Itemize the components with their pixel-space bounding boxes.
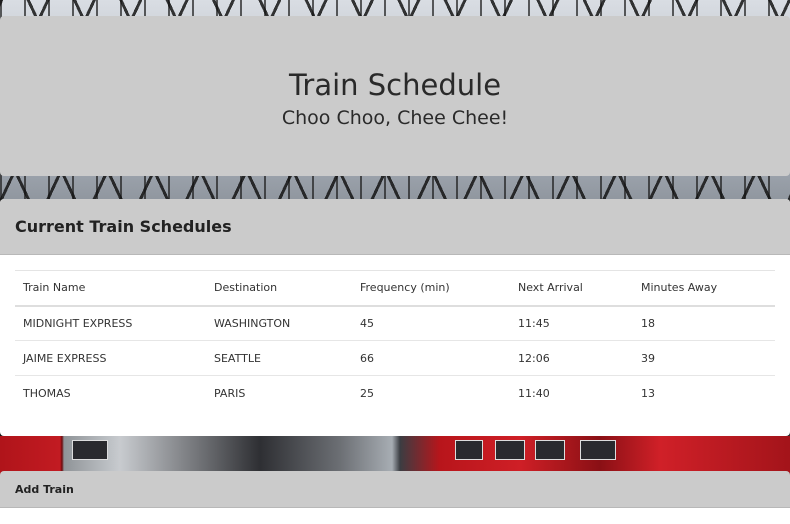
cell-next-arrival: 12:06 <box>518 351 550 365</box>
column-header-minutes-away: Minutes Away <box>641 281 718 295</box>
add-train-heading: Add Train <box>15 482 74 496</box>
header-jumbotron: Train Schedule Choo Choo, Chee Chee! <box>0 16 790 176</box>
page-title: Train Schedule <box>288 68 502 103</box>
cell-next-arrival: 11:45 <box>518 316 550 330</box>
column-header-frequency: Frequency (min) <box>360 281 450 295</box>
cell-minutes-away: 39 <box>641 351 655 365</box>
table-row: JAIME EXPRESS SEATTLE 66 12:06 39 <box>15 341 775 376</box>
table-row: MIDNIGHT EXPRESS WASHINGTON 45 11:45 18 <box>15 306 775 341</box>
cell-minutes-away: 18 <box>641 316 655 330</box>
cell-frequency: 66 <box>360 351 374 365</box>
schedule-heading: Current Train Schedules <box>15 217 232 236</box>
schedule-card-header: Current Train Schedules <box>0 199 790 255</box>
schedule-card: Current Train Schedules Train Name Desti… <box>0 199 790 436</box>
cell-frequency: 25 <box>360 386 374 400</box>
page-subtitle: Choo Choo, Chee Chee! <box>281 106 509 129</box>
column-header-train-name: Train Name <box>23 281 86 295</box>
cell-destination: PARIS <box>214 386 246 400</box>
cell-train-name: THOMAS <box>23 386 71 400</box>
table-row: THOMAS PARIS 25 11:40 13 <box>15 376 775 411</box>
cell-train-name: JAIME EXPRESS <box>23 351 107 365</box>
cell-destination: WASHINGTON <box>214 316 291 330</box>
cell-train-name: MIDNIGHT EXPRESS <box>23 316 133 330</box>
column-header-next-arrival: Next Arrival <box>518 281 583 295</box>
cell-frequency: 45 <box>360 316 374 330</box>
add-train-card-header: Add Train <box>0 471 790 507</box>
add-train-card-body <box>0 507 790 524</box>
schedule-table: Train Name Destination Frequency (min) N… <box>15 270 775 411</box>
cell-next-arrival: 11:40 <box>518 386 550 400</box>
cell-minutes-away: 13 <box>641 386 655 400</box>
table-header-row: Train Name Destination Frequency (min) N… <box>15 270 775 306</box>
column-header-destination: Destination <box>214 281 278 295</box>
cell-destination: SEATTLE <box>214 351 261 365</box>
